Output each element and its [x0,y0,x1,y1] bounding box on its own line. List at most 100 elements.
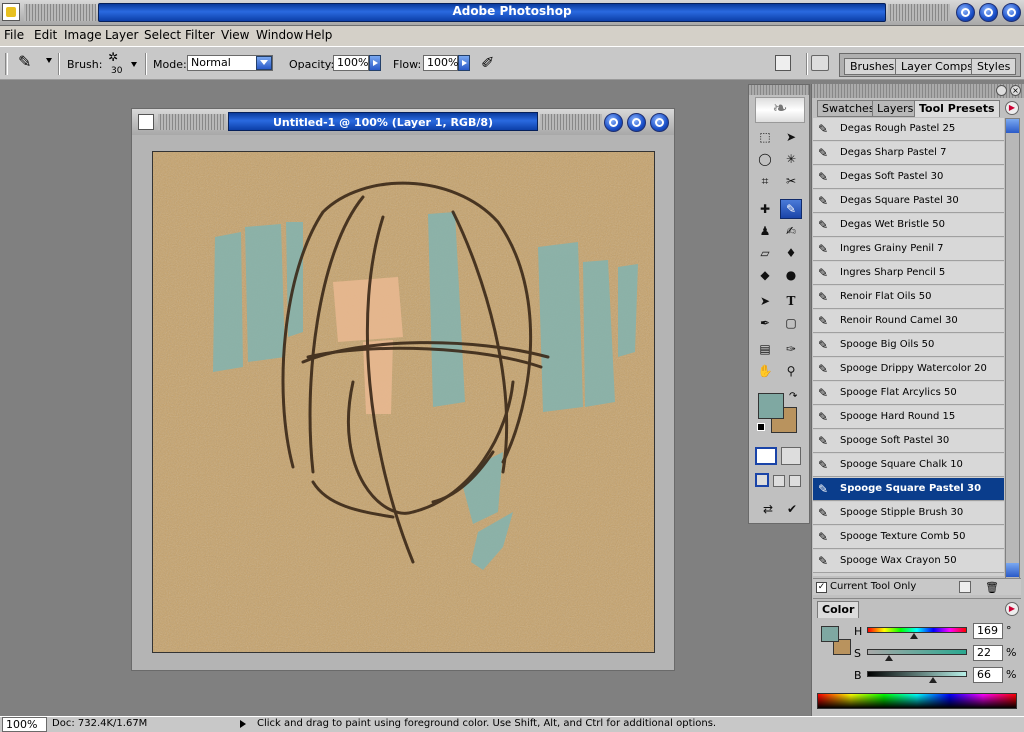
menu-filter[interactable]: Filter [185,28,215,42]
clone-stamp-icon[interactable]: ♟ [754,221,776,241]
screen-mode-standard-icon[interactable] [755,473,769,487]
opacity-input[interactable]: 100% [333,55,369,71]
color-menu-icon[interactable]: ▶ [1005,602,1019,616]
move-tool-icon[interactable]: ➤ [780,127,802,147]
menu-image[interactable]: Image [64,28,102,42]
document-title-bar[interactable]: Untitled-1 @ 100% (Layer 1, RGB/8) [132,109,674,135]
dodge-tool-icon[interactable]: ● [780,265,802,285]
airbrush-icon[interactable]: ✐ [481,53,494,72]
quick-mask-icon[interactable] [781,447,801,465]
preset-item[interactable]: ✎ Renoir Flat Oils 50 [813,286,1004,309]
brush-preview-icon[interactable]: ✲ [108,50,118,64]
mode-dropdown-icon[interactable] [256,56,272,70]
well-tab-layer-comps[interactable]: Layer Comps [895,58,980,75]
scroll-down-icon[interactable] [1006,563,1019,577]
tab-color[interactable]: Color [817,601,860,618]
preset-item[interactable]: ✎ Spooge Drippy Watercolor 20 [813,358,1004,381]
color-ramp[interactable] [817,693,1017,709]
jump-to-imageready-icon[interactable]: ⇄ [757,499,779,519]
path-selection-icon[interactable]: ➤ [754,291,776,311]
well-tab-brushes[interactable]: Brushes [844,58,901,75]
preset-item[interactable]: ✎ Spooge Texture Comb 50 [813,526,1004,549]
file-browser-icon[interactable] [775,55,791,71]
doc-maximize-button[interactable] [627,113,646,132]
current-tool-only-checkbox[interactable]: ✓ [816,582,827,593]
palette-close-icon[interactable]: × [1010,85,1021,96]
hand-tool-icon[interactable]: ✋ [754,361,776,381]
preset-item[interactable]: ✎ Ingres Sharp Pencil 5 [813,262,1004,285]
tab-tool-presets[interactable]: Tool Presets [914,100,1000,117]
jump-to-check-icon[interactable]: ✔ [781,499,803,519]
flow-slider-button[interactable] [458,55,470,71]
slice-tool-icon[interactable]: ✂ [780,171,802,191]
menu-file[interactable]: File [4,28,24,42]
b-input[interactable]: 66 [973,667,1003,683]
preset-item[interactable]: ✎ Ingres Grainy Penil 7 [813,238,1004,261]
b-slider-thumb[interactable] [929,677,937,683]
feather-logo-icon[interactable]: ❧ [755,97,805,123]
preset-item[interactable]: ✎ Spooge Hard Round 15 [813,406,1004,429]
new-preset-icon[interactable] [959,581,971,593]
menu-layer[interactable]: Layer [105,28,138,42]
pen-tool-icon[interactable]: ✒ [754,313,776,333]
preset-item[interactable]: ✎ Degas Rough Pastel 25 [813,118,1004,141]
s-input[interactable]: 22 [973,645,1003,661]
blur-tool-icon[interactable]: ◆ [754,265,776,285]
type-tool-icon[interactable]: T [780,291,802,311]
menu-edit[interactable]: Edit [34,28,57,42]
delete-preset-icon[interactable]: 🗑 [985,581,999,594]
brush-dropdown-icon[interactable] [131,62,137,67]
preset-item[interactable]: ✎ Spooge Square Chalk 10 [813,454,1004,477]
color-fg-swatch[interactable] [821,626,839,642]
menu-window[interactable]: Window [256,28,303,42]
h-input[interactable]: 169 [973,623,1003,639]
preset-item[interactable]: ✎ Renoir Round Camel 30 [813,310,1004,333]
paint-bucket-icon[interactable]: ♦ [780,243,802,263]
preset-item[interactable]: ✎ Spooge Wax Crayon 50 [813,550,1004,573]
default-colors-icon[interactable] [757,423,765,431]
scroll-up-icon[interactable] [1006,119,1019,133]
notes-tool-icon[interactable]: ▤ [754,339,776,359]
marquee-tool-icon[interactable]: ⬚ [754,127,776,147]
healing-brush-icon[interactable]: ✚ [754,199,776,219]
doc-close-button[interactable] [650,113,669,132]
doc-size[interactable]: Doc: 732.4K/1.67M [52,718,147,729]
flow-input[interactable]: 100% [423,55,458,71]
preset-item[interactable]: ✎ Degas Square Pastel 30 [813,190,1004,213]
menu-help[interactable]: Help [305,28,332,42]
screen-mode-full-icon[interactable] [789,475,801,487]
opacity-slider-button[interactable] [369,55,381,71]
eyedropper-icon[interactable]: ✑ [780,339,802,359]
preset-scrollbar[interactable] [1005,118,1020,580]
shape-tool-icon[interactable]: ▢ [780,313,802,333]
close-button[interactable] [1002,3,1021,22]
preset-item[interactable]: ✎ Spooge Flat Arcylics 50 [813,382,1004,405]
preset-item[interactable]: ✎ Degas Sharp Pastel 7 [813,142,1004,165]
tool-preset-dropdown-icon[interactable] [46,58,52,63]
preset-item[interactable]: ✎ Spooge Big Oils 50 [813,334,1004,357]
magic-wand-icon[interactable]: ✳ [780,149,802,169]
tab-layers[interactable]: Layers [872,100,919,117]
preset-item[interactable]: ✎ Spooge Soft Pastel 30 [813,430,1004,453]
palette-menu-icon[interactable]: ▶ [1005,101,1019,115]
preset-item[interactable]: ✎ Spooge Stipple Brush 30 [813,502,1004,525]
menu-view[interactable]: View [221,28,249,42]
brush-tool-icon[interactable]: ✎ [18,52,31,71]
foreground-color-swatch[interactable] [758,393,784,419]
screen-mode-full-menu-icon[interactable] [773,475,785,487]
h-slider-thumb[interactable] [909,633,918,639]
crop-tool-icon[interactable]: ⌗ [754,171,776,191]
history-brush-icon[interactable]: ✍ [780,221,802,241]
s-slider[interactable] [867,649,967,655]
maximize-button[interactable] [979,3,998,22]
s-slider-thumb[interactable] [885,655,893,661]
lasso-tool-icon[interactable]: ◯ [754,149,776,169]
toggle-palettes-icon[interactable] [811,55,829,71]
palette-minimize-icon[interactable] [996,85,1007,96]
menu-select[interactable]: Select [144,28,181,42]
minimize-button[interactable] [956,3,975,22]
well-tab-styles[interactable]: Styles [971,58,1017,75]
eraser-tool-icon[interactable]: ▱ [754,243,776,263]
preset-item[interactable]: ✎ Degas Soft Pastel 30 [813,166,1004,189]
preset-item[interactable]: ✎ Spooge Square Pastel 30 [813,478,1004,501]
